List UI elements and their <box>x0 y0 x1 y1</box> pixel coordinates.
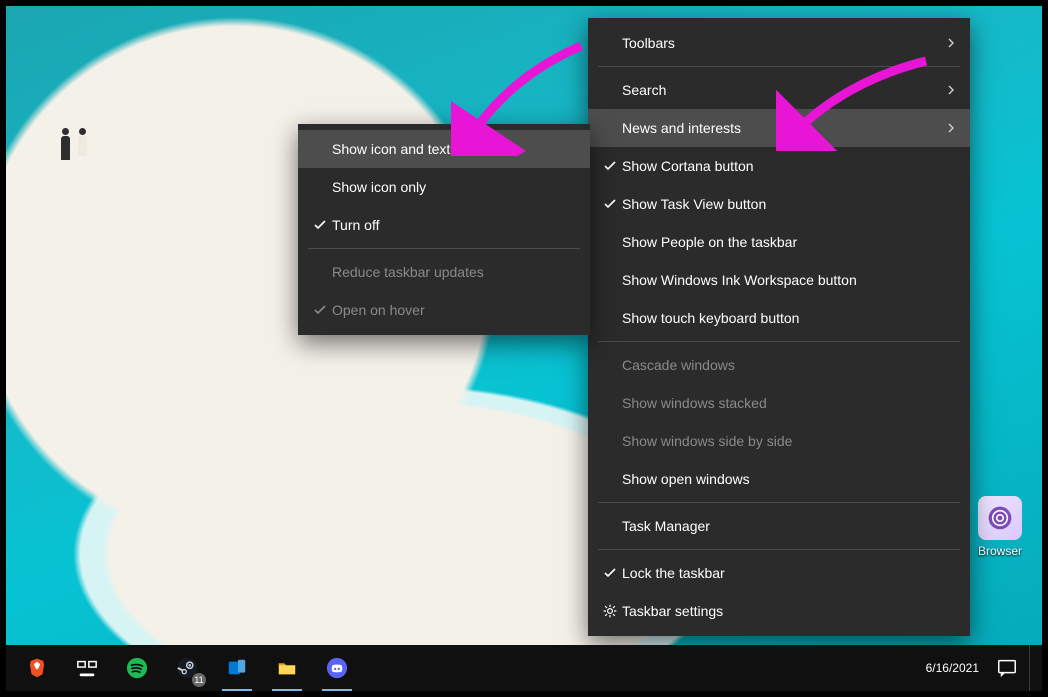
menu-label: Show Cortana button <box>622 158 956 174</box>
taskbar-yourphone-button[interactable] <box>214 645 260 691</box>
menu-label: Show windows side by side <box>622 433 956 449</box>
menu-lock-taskbar[interactable]: Lock the taskbar <box>588 554 970 592</box>
menu-separator <box>308 248 580 249</box>
taskbar-discord-button[interactable] <box>314 645 360 691</box>
menu-label: Open on hover <box>332 302 576 318</box>
menu-label: Show icon only <box>332 179 576 195</box>
menu-label: Cascade windows <box>622 357 956 373</box>
phone-link-icon <box>226 657 248 679</box>
menu-show-taskview[interactable]: Show Task View button <box>588 185 970 223</box>
folder-icon <box>276 657 298 679</box>
brave-icon <box>26 657 48 679</box>
submenu-show-icon-only[interactable]: Show icon only <box>298 168 590 206</box>
menu-label: Show windows stacked <box>622 395 956 411</box>
menu-label: Show Windows Ink Workspace button <box>622 272 956 288</box>
menu-search[interactable]: Search <box>588 71 970 109</box>
menu-separator <box>598 341 960 342</box>
menu-cascade: Cascade windows <box>588 346 970 384</box>
steam-badge: 11 <box>192 673 206 687</box>
menu-label: Taskbar settings <box>622 603 956 619</box>
spotify-icon <box>126 657 148 679</box>
menu-separator <box>598 502 960 503</box>
checkmark-icon <box>308 303 332 317</box>
desktop-icon-browser[interactable]: Browser <box>970 496 1030 558</box>
notifications-icon <box>996 657 1018 679</box>
menu-label: Show open windows <box>622 471 956 487</box>
menu-taskbar-settings[interactable]: Taskbar settings <box>588 592 970 630</box>
taskbar-date[interactable]: 6/16/2021 <box>926 661 979 675</box>
menu-label: Show Task View button <box>622 196 956 212</box>
menu-label: Show icon and text <box>332 141 576 157</box>
menu-label: Lock the taskbar <box>622 565 956 581</box>
menu-sidebyside: Show windows side by side <box>588 422 970 460</box>
show-desktop-button[interactable] <box>1029 645 1036 691</box>
tor-browser-icon <box>978 496 1022 540</box>
chevron-right-icon <box>946 35 956 51</box>
taskbar-notifications-button[interactable] <box>991 645 1023 691</box>
menu-separator <box>598 66 960 67</box>
taskbar-spotify-button[interactable] <box>114 645 160 691</box>
taskbar-taskview-button[interactable] <box>64 645 110 691</box>
menu-label: Turn off <box>332 217 576 233</box>
menu-task-manager[interactable]: Task Manager <box>588 507 970 545</box>
menu-label: Toolbars <box>622 35 946 51</box>
menu-label: Task Manager <box>622 518 956 534</box>
news-interests-submenu: Show icon and text Show icon only Turn o… <box>298 124 590 335</box>
checkmark-icon <box>598 197 622 211</box>
taskbar-brave-button[interactable] <box>14 645 60 691</box>
checkmark-icon <box>308 218 332 232</box>
taskbar-steam-button[interactable]: 11 <box>164 645 210 691</box>
wallpaper-figures <box>61 136 87 160</box>
menu-label: Search <box>622 82 946 98</box>
menu-label: Reduce taskbar updates <box>332 264 576 280</box>
gear-icon <box>598 603 622 619</box>
taskbar-explorer-button[interactable] <box>264 645 310 691</box>
menu-show-touchkb[interactable]: Show touch keyboard button <box>588 299 970 337</box>
submenu-open-on-hover: Open on hover <box>298 291 590 329</box>
discord-icon <box>326 657 348 679</box>
menu-label: Show People on the taskbar <box>622 234 956 250</box>
chevron-right-icon <box>946 120 956 136</box>
submenu-show-icon-text[interactable]: Show icon and text <box>298 130 590 168</box>
checkmark-icon <box>598 159 622 173</box>
submenu-turn-off[interactable]: Turn off <box>298 206 590 244</box>
desktop-icon-label: Browser <box>970 544 1030 558</box>
checkmark-icon <box>598 566 622 580</box>
menu-separator <box>598 549 960 550</box>
chevron-right-icon <box>946 82 956 98</box>
taskbar-context-menu: Toolbars Search News and interests Sho <box>588 18 970 636</box>
menu-toolbars[interactable]: Toolbars <box>588 24 970 62</box>
taskview-icon <box>76 657 98 679</box>
menu-news-interests[interactable]: News and interests <box>588 109 970 147</box>
menu-label: Show touch keyboard button <box>622 310 956 326</box>
menu-show-people[interactable]: Show People on the taskbar <box>588 223 970 261</box>
menu-label: News and interests <box>622 120 946 136</box>
menu-show-ink[interactable]: Show Windows Ink Workspace button <box>588 261 970 299</box>
submenu-reduce-updates: Reduce taskbar updates <box>298 253 590 291</box>
menu-open-windows[interactable]: Show open windows <box>588 460 970 498</box>
menu-stacked: Show windows stacked <box>588 384 970 422</box>
menu-show-cortana[interactable]: Show Cortana button <box>588 147 970 185</box>
taskbar: 11 <box>6 645 1042 691</box>
